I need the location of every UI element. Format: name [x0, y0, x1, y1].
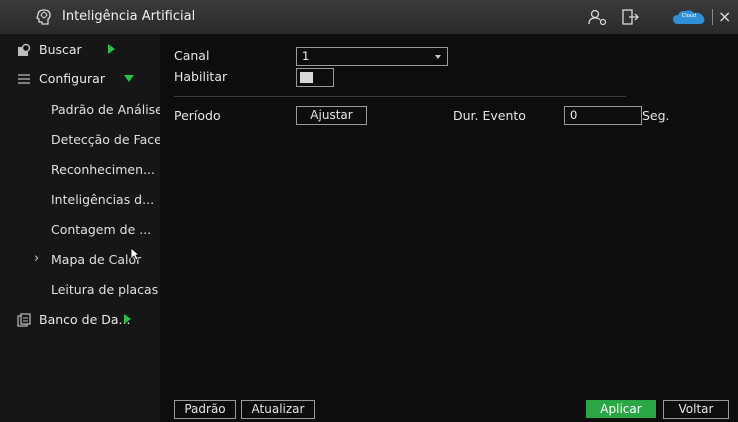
default-button[interactable]: Padrão — [174, 400, 236, 419]
enable-toggle[interactable] — [296, 68, 334, 87]
sidebar-item-label: Inteligências d... — [51, 192, 155, 207]
ai-brain-icon — [36, 9, 51, 25]
sidebar-item-label: Buscar — [39, 42, 82, 57]
refresh-button[interactable]: Atualizar — [241, 400, 315, 419]
seconds-unit-label: Seg. — [642, 108, 670, 123]
sidebar-item-padrao-de-analise[interactable]: Padrão de Análise — [0, 95, 163, 125]
divider — [174, 96, 626, 97]
sidebar-item-label: Reconhecimen... — [51, 162, 155, 177]
toggle-knob — [300, 72, 313, 83]
event-duration-label: Dur. Evento — [453, 108, 526, 123]
sidebar-item-label: Configurar — [39, 71, 105, 86]
sidebar-item-configurar[interactable]: Configurar — [0, 64, 160, 94]
period-label: Período — [174, 108, 221, 123]
expand-right-icon — [124, 314, 131, 324]
sidebar-item-deteccao-de-face[interactable]: Detecção de Face — [0, 125, 162, 155]
title-bar: Inteligência Artificial Cloud × — [0, 0, 738, 35]
sidebar-item-label: Banco de Da... — [39, 312, 131, 327]
expand-right-icon — [108, 44, 115, 54]
sidebar-item-label: Padrão de Análise — [51, 102, 163, 117]
sidebar-item-buscar[interactable]: Buscar — [0, 35, 160, 65]
main-panel: Canal 1 Habilitar Período Ajustar Dur. E… — [160, 34, 738, 422]
cloud-badge[interactable]: Cloud — [672, 9, 706, 25]
cloud-badge-label: Cloud — [681, 13, 697, 19]
event-duration-value: 0 — [570, 108, 578, 122]
adjust-button[interactable]: Ajustar — [296, 106, 367, 125]
sidebar-item-banco-de-dados[interactable]: Banco de Da... — [0, 305, 160, 335]
database-icon — [17, 313, 31, 327]
sidebar-item-label: Leitura de placas — [51, 282, 159, 297]
apply-button[interactable]: Aplicar — [586, 400, 656, 418]
event-duration-input[interactable]: 0 — [564, 106, 642, 125]
list-icon — [18, 74, 30, 84]
sidebar-item-label: Contagem de ... — [51, 222, 152, 237]
mouse-cursor-icon — [130, 247, 140, 261]
channel-label: Canal — [174, 48, 210, 63]
user-settings-icon[interactable] — [588, 8, 608, 26]
selected-chevron-icon: › — [34, 251, 40, 266]
sidebar-item-label: Detecção de Face — [51, 132, 162, 147]
sidebar-item-contagem[interactable]: Contagem de ... — [0, 215, 160, 245]
search-icon — [18, 43, 31, 56]
expand-down-icon — [124, 75, 134, 82]
channel-select[interactable]: 1 — [296, 47, 448, 66]
sidebar-item-leitura-de-placas[interactable]: Leitura de placas — [0, 275, 160, 305]
page-title: Inteligência Artificial — [62, 9, 196, 24]
enable-label: Habilitar — [174, 69, 228, 84]
sidebar: Buscar Configurar Padrão de Análise Dete… — [0, 34, 163, 422]
sidebar-item-label: Mapa de Calor — [51, 252, 142, 267]
logout-icon[interactable] — [620, 8, 640, 26]
sidebar-item-inteligencias[interactable]: Inteligências d... — [0, 185, 160, 215]
channel-value: 1 — [302, 49, 310, 63]
back-button[interactable]: Voltar — [663, 400, 729, 419]
sidebar-item-reconhecimento[interactable]: Reconhecimen... — [0, 155, 160, 185]
title-separator — [712, 9, 713, 25]
close-icon[interactable]: × — [718, 7, 731, 26]
chevron-down-icon — [435, 55, 441, 59]
